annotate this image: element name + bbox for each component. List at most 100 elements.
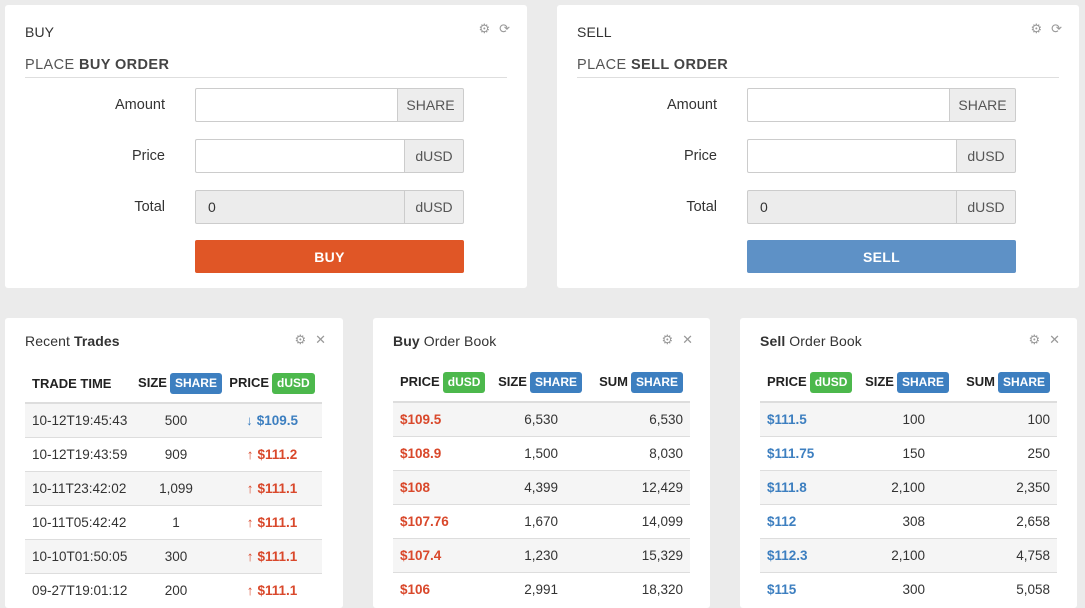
buy-total-label: Total [134, 199, 165, 215]
close-icon[interactable]: ✕ [315, 333, 326, 347]
size-cell: 2,991 [493, 572, 590, 606]
trade-size-cell-value: 1 [172, 515, 180, 530]
sell-panel: SELL ⚙ ⟳ PLACE SELL ORDER Amount SHARE P… [557, 5, 1079, 288]
trade-time-cell-value: 10-12T19:45:43 [32, 413, 128, 428]
buy-order-book-title-rest: Order Book [419, 333, 497, 349]
size-cell: 2,100 [860, 470, 957, 505]
sum-cell-value: 2,350 [1016, 480, 1050, 495]
sum-cell: 14,099 [590, 504, 690, 539]
trade-price-value: $111.2 [257, 447, 298, 462]
trade-price-value: $109.5 [256, 413, 299, 428]
size-cell: 300 [860, 572, 957, 606]
col-size-label: SIZE [498, 373, 527, 389]
sum-cell-value: 6,530 [649, 412, 683, 427]
buy-form-heading-prefix: PLACE [25, 57, 79, 73]
trade-time-cell: 10-10T01:50:05 [25, 539, 130, 574]
buy-total-row: Total dUSD [5, 190, 527, 226]
price-cell: $107.76 [393, 504, 493, 539]
sell-amount-input[interactable] [747, 88, 950, 122]
trade-size-cell-value: 909 [164, 447, 188, 462]
buy-amount-label: Amount [115, 97, 165, 113]
sum-cell: 12,429 [590, 470, 690, 505]
close-icon[interactable]: ✕ [682, 333, 693, 347]
sell-total-unit: dUSD [956, 190, 1016, 224]
gear-icon[interactable]: ⚙ [1028, 333, 1040, 347]
share-badge: SHARE [529, 371, 582, 393]
sell-order-book-tools: ⚙ ✕ [1028, 333, 1060, 347]
trade-size-cell: 300 [130, 539, 222, 574]
table-row[interactable]: $115 300 5,058 [760, 572, 1057, 606]
sum-cell: 6,530 [590, 401, 690, 437]
price-cell-value: $108 [400, 480, 431, 495]
size-cell-value: 100 [902, 412, 925, 427]
buy-amount-row: Amount SHARE [5, 88, 527, 124]
share-badge: SHARE [896, 371, 949, 393]
trade-size-cell-value: 1,099 [159, 481, 193, 496]
dusd-badge: dUSD [442, 371, 486, 393]
refresh-icon[interactable]: ⟳ [1051, 22, 1062, 36]
buy-form-heading: PLACE BUY ORDER [25, 57, 169, 73]
price-cell-value: $107.4 [400, 548, 442, 563]
trade-time-cell: 10-11T23:42:02 [25, 471, 130, 506]
table-row[interactable]: $109.5 6,530 6,530 [393, 401, 690, 437]
recent-trades-table: TRADE TIME SIZE SHARE PRICE dUSD 10-12T19:… [25, 364, 322, 607]
table-row[interactable]: $107.76 1,670 14,099 [393, 504, 690, 539]
sell-price-input[interactable] [747, 139, 957, 173]
table-row[interactable]: $112 308 2,658 [760, 504, 1057, 539]
trade-price-cell: ↑ $111.1 [222, 573, 322, 607]
table-row[interactable]: $108.9 1,500 8,030 [393, 436, 690, 471]
sell-order-book-title-bold: Sell [760, 333, 786, 349]
buy-form-heading-bold: BUY ORDER [78, 57, 170, 73]
sell-order-book-title-rest: Order Book [785, 333, 862, 349]
share-badge: SHARE [169, 372, 222, 394]
sum-cell: 4,758 [957, 538, 1057, 573]
gear-icon[interactable]: ⚙ [1030, 22, 1042, 36]
col-sum: SUM SHARE [957, 363, 1057, 403]
size-cell-value: 1,670 [524, 514, 558, 529]
sum-cell: 8,030 [590, 436, 690, 471]
size-cell-value: 308 [902, 514, 925, 529]
buy-amount-input[interactable] [195, 88, 398, 122]
price-cell-value: $111.75 [767, 446, 815, 461]
trade-time-cell-value: 10-11T23:42:02 [32, 481, 127, 496]
sum-cell-value: 250 [1027, 446, 1050, 461]
table-row[interactable]: $111.5 100 100 [760, 401, 1057, 437]
table-row[interactable]: $107.4 1,230 15,329 [393, 538, 690, 573]
table-row[interactable]: $111.75 150 250 [760, 436, 1057, 471]
gear-icon[interactable]: ⚙ [294, 333, 306, 347]
sum-cell-value: 12,429 [641, 480, 683, 495]
trade-size-cell: 1,099 [130, 471, 222, 506]
table-row[interactable]: $106 2,991 18,320 [393, 572, 690, 606]
table-row[interactable]: $111.8 2,100 2,350 [760, 470, 1057, 505]
size-cell: 6,530 [493, 401, 590, 437]
sell-total-field [747, 190, 957, 224]
table-row[interactable]: $108 4,399 12,429 [393, 470, 690, 505]
trade-price-cell: ↑ $111.1 [222, 471, 322, 506]
buy-button[interactable]: BUY [195, 240, 464, 273]
buy-price-input[interactable] [195, 139, 405, 173]
col-price: PRICE dUSD [393, 363, 493, 403]
refresh-icon[interactable]: ⟳ [499, 22, 510, 36]
sum-cell: 100 [957, 401, 1057, 437]
sell-order-book-title: Sell Order Book [760, 333, 862, 349]
table-row: 10-12T19:43:59 909 ↑ $111.2 [25, 437, 322, 472]
share-badge: SHARE [997, 371, 1050, 393]
close-icon[interactable]: ✕ [1049, 333, 1060, 347]
size-cell: 1,670 [493, 504, 590, 539]
sell-order-book-table: PRICE dUSD SIZE SHARE SUM SHARE $111.5 100 10… [760, 363, 1057, 606]
gear-icon[interactable]: ⚙ [661, 333, 673, 347]
sum-cell: 250 [957, 436, 1057, 471]
trade-price-value: $111.1 [257, 481, 298, 496]
table-row[interactable]: $112.3 2,100 4,758 [760, 538, 1057, 573]
size-cell-value: 6,530 [524, 412, 558, 427]
arrow-up-icon: ↑ [246, 583, 254, 598]
buy-panel-title: BUY [25, 24, 55, 40]
sum-cell: 18,320 [590, 572, 690, 606]
sell-button[interactable]: SELL [747, 240, 1016, 273]
gear-icon[interactable]: ⚙ [478, 22, 490, 36]
price-cell-value: $111.8 [767, 480, 807, 495]
buy-price-label: Price [131, 148, 165, 164]
buy-total-field [195, 190, 405, 224]
sell-price-unit: dUSD [956, 139, 1016, 173]
arrow-up-icon: ↑ [246, 481, 254, 496]
